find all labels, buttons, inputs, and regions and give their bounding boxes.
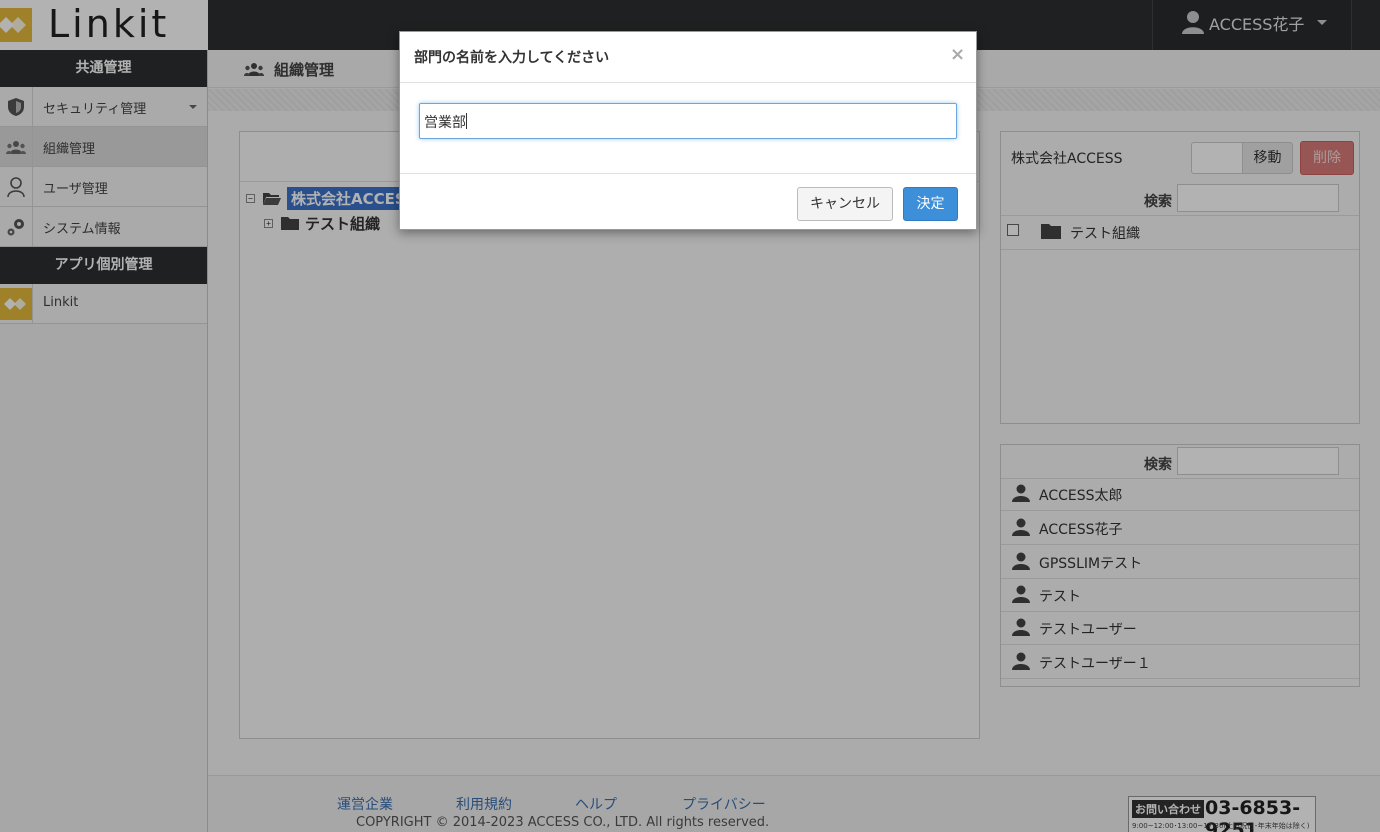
dialog-title: 部門の名前を入力してください — [414, 50, 610, 66]
dialog-header: 部門の名前を入力してください × — [400, 32, 976, 83]
close-icon[interactable]: × — [950, 44, 965, 65]
cancel-button[interactable]: キャンセル — [797, 187, 893, 221]
input-value: 営業部 — [424, 115, 466, 131]
department-name-input[interactable]: 営業部 — [419, 103, 957, 139]
text-cursor — [466, 113, 467, 129]
department-name-dialog: 部門の名前を入力してください × 営業部 キャンセル 決定 — [399, 31, 977, 230]
dialog-body: 営業部 — [400, 83, 976, 174]
confirm-button[interactable]: 決定 — [903, 187, 958, 221]
